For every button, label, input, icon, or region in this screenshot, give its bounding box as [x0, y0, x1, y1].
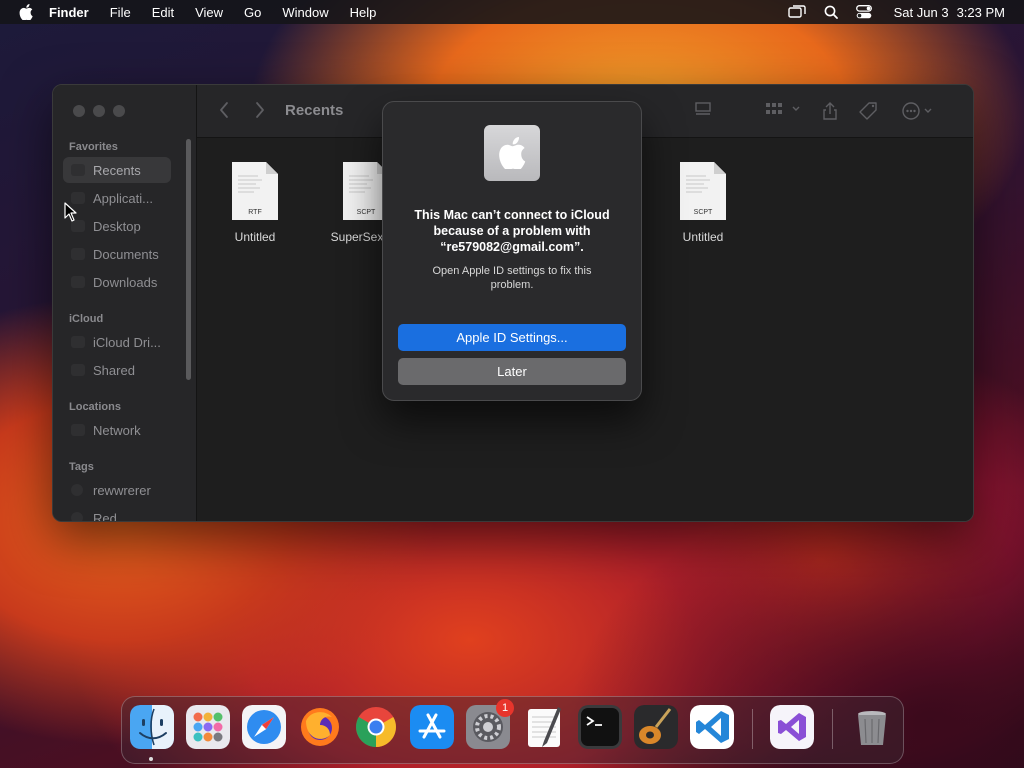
app-store-icon[interactable] — [410, 705, 454, 749]
document-icon — [71, 248, 85, 260]
tags-heading: Tags — [69, 461, 94, 473]
running-indicator — [149, 757, 153, 761]
apple-id-settings-button[interactable]: Apple ID Settings... — [398, 324, 626, 351]
sidebar-item-label: Applicati... — [93, 190, 153, 206]
shared-folder-icon — [71, 364, 85, 376]
clock-icon — [71, 164, 85, 176]
sidebar-item-label: Downloads — [93, 274, 158, 290]
sidebar-item-tag-rewwrerer[interactable]: rewwrerer — [63, 477, 171, 503]
more-actions-icon[interactable] — [901, 101, 937, 121]
sidebar-item-label: Documents — [93, 246, 159, 262]
date-label[interactable]: Sat Jun 3 — [894, 5, 949, 20]
system-settings-icon[interactable]: 1 — [466, 699, 514, 749]
later-button[interactable]: Later — [398, 358, 626, 385]
file-item[interactable]: SCPT Untitled — [658, 162, 748, 244]
file-item[interactable]: RTF Untitled — [210, 162, 300, 244]
rtf-document-icon: RTF — [232, 162, 278, 220]
sidebar-item-label: Recents — [93, 162, 141, 178]
file-type-label: SCPT — [357, 209, 376, 216]
alert-message: This Mac can’t connect to iCloud because… — [414, 208, 610, 254]
forward-icon[interactable] — [255, 101, 265, 119]
visual-studio-code-icon[interactable] — [690, 705, 734, 749]
close-button[interactable] — [73, 105, 85, 117]
icloud-heading: iCloud — [69, 313, 104, 325]
apple-id-icon — [484, 125, 540, 181]
download-icon — [71, 276, 85, 288]
file-type-label: SCPT — [694, 209, 713, 216]
apple-icon[interactable] — [19, 4, 35, 20]
trash-icon[interactable] — [850, 705, 894, 749]
time-label[interactable]: 3:23 PM — [957, 5, 1005, 20]
sidebar-item-shared[interactable]: Shared — [63, 357, 171, 383]
back-icon[interactable] — [219, 101, 229, 119]
textedit-icon[interactable] — [522, 705, 566, 749]
sidebar-item-downloads[interactable]: Downloads — [63, 269, 171, 295]
sidebar-item-documents[interactable]: Documents — [63, 241, 171, 267]
sidebar-item-network[interactable]: Network — [63, 417, 171, 443]
sidebar-item-label: rewwrerer — [93, 482, 151, 498]
safari-icon[interactable] — [242, 705, 286, 749]
firefox-icon[interactable] — [298, 705, 342, 749]
dock-separator — [752, 709, 753, 749]
menu-edit[interactable]: Edit — [152, 5, 174, 20]
dock-separator — [832, 709, 833, 749]
network-icon — [71, 424, 85, 436]
tag-icon — [71, 512, 83, 521]
zoom-button[interactable] — [113, 105, 125, 117]
share-icon[interactable] — [821, 101, 839, 121]
screen-mirroring-icon[interactable] — [787, 5, 806, 19]
spotlight-search-icon[interactable] — [824, 5, 838, 19]
sidebar-item-label: Desktop — [93, 218, 141, 234]
cloud-icon — [71, 336, 85, 348]
launchpad-icon[interactable] — [186, 705, 230, 749]
dock: 1 — [121, 696, 904, 764]
alert-detail: Open Apple ID settings to fix this probl… — [432, 265, 592, 291]
icloud-alert-dialog: This Mac can’t connect to iCloud because… — [382, 101, 642, 401]
sidebar-item-desktop[interactable]: Desktop — [63, 213, 171, 239]
menu-bar: Finder File Edit View Go Window Help Sat… — [0, 0, 1024, 24]
finder-icon[interactable] — [130, 705, 174, 749]
minimize-button[interactable] — [93, 105, 105, 117]
menu-file[interactable]: File — [110, 5, 131, 20]
menu-go[interactable]: Go — [244, 5, 261, 20]
locations-heading: Locations — [69, 401, 121, 413]
script-document-icon: SCPT — [680, 162, 726, 220]
file-name: Untitled — [682, 230, 724, 244]
notification-badge: 1 — [496, 699, 514, 717]
sidebar-item-icloud-drive[interactable]: iCloud Dri... — [63, 329, 171, 355]
sidebar-item-recents[interactable]: Recents — [63, 157, 171, 183]
sidebar-scrollbar[interactable] — [186, 139, 191, 380]
gallery-view-icon[interactable] — [693, 101, 713, 117]
sidebar-item-tag-red[interactable]: Red — [63, 505, 171, 522]
menu-view[interactable]: View — [195, 5, 223, 20]
visual-studio-icon[interactable] — [770, 705, 814, 749]
sidebar-item-label: iCloud Dri... — [93, 334, 161, 350]
file-type-label: RTF — [248, 209, 261, 216]
window-title: Recents — [285, 102, 344, 119]
mouse-cursor-icon — [64, 202, 77, 222]
tag-icon — [71, 484, 83, 496]
menu-finder[interactable]: Finder — [49, 5, 89, 20]
terminal-icon[interactable] — [578, 705, 622, 749]
menu-help[interactable]: Help — [350, 5, 377, 20]
control-center-icon[interactable] — [855, 5, 872, 19]
menu-window[interactable]: Window — [282, 5, 328, 20]
sidebar-item-label: Network — [93, 422, 141, 438]
sidebar-item-label: Red — [93, 510, 117, 522]
group-view-icon[interactable] — [765, 101, 803, 117]
favorites-heading: Favorites — [69, 141, 118, 153]
garageband-icon[interactable] — [634, 705, 678, 749]
chrome-icon[interactable] — [354, 705, 398, 749]
sidebar-item-label: Shared — [93, 362, 135, 378]
sidebar-item-applications[interactable]: Applicati... — [63, 185, 171, 211]
finder-sidebar: Favorites Recents Applicati... Desktop D… — [53, 85, 197, 521]
file-name: Untitled — [234, 230, 276, 244]
tag-icon[interactable] — [859, 101, 879, 121]
window-controls — [73, 105, 125, 117]
